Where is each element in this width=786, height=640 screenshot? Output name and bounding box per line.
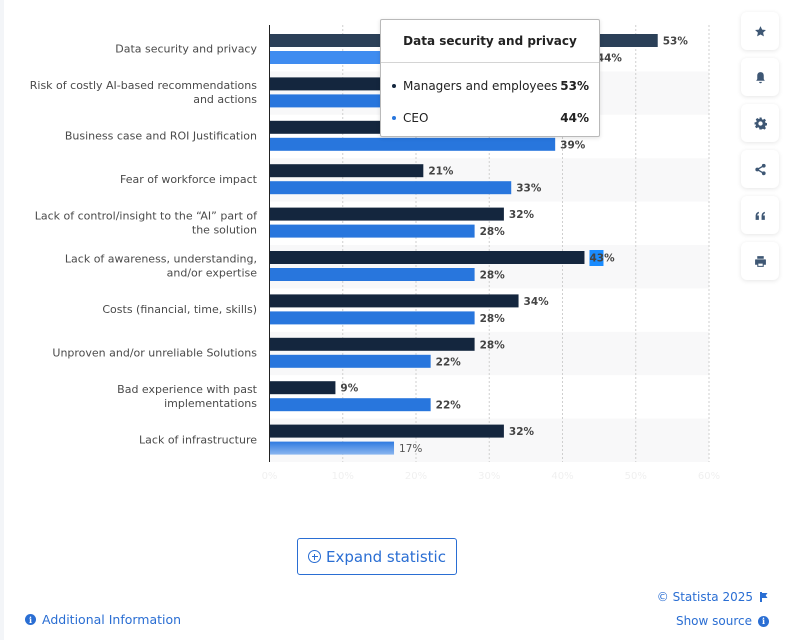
- tick-label: 30%: [478, 471, 500, 482]
- category-label: Business case and ROI Justification: [65, 130, 257, 143]
- star-icon: [754, 25, 766, 36]
- copyright-link[interactable]: © Statista 2025: [657, 590, 768, 604]
- chart-tooltip: Data security and privacy Managers and e…: [380, 19, 600, 137]
- info-icon: i: [758, 615, 769, 627]
- print-button[interactable]: [741, 242, 779, 280]
- expand-statistic-label: Expand statistic: [326, 547, 446, 566]
- share-button[interactable]: [741, 150, 779, 188]
- value-label: 9%: [340, 383, 358, 395]
- category-label: Fear of workforce impact: [120, 173, 258, 186]
- expand-statistic-button[interactable]: Expand statistic: [297, 538, 457, 575]
- tooltip-series-label: CEO: [403, 111, 429, 125]
- info-icon: i: [25, 614, 36, 625]
- value-label: 32%: [509, 209, 535, 221]
- tick-label: 10%: [332, 471, 354, 482]
- bar-managers: [269, 251, 585, 264]
- category-label: and actions: [193, 93, 257, 106]
- cite-button[interactable]: [741, 196, 779, 234]
- tick-label: 0%: [262, 471, 278, 482]
- category-label: Lack of control/insight to the “AI” part…: [35, 209, 258, 222]
- tooltip-series-label: Managers and employees: [403, 79, 558, 93]
- bar-ceo: [269, 181, 512, 195]
- x-axis-ticks: 0% 10% 20% 30% 40% 50% 60%: [262, 471, 721, 482]
- show-source-link[interactable]: Show source i: [676, 614, 769, 628]
- value-label: 28%: [480, 313, 506, 325]
- bar-managers: [269, 381, 336, 395]
- category-label: and/or expertise: [167, 267, 258, 280]
- value-label: 21%: [428, 166, 454, 178]
- show-source-label: Show source: [675, 614, 752, 628]
- value-label: 28%: [480, 270, 506, 282]
- bar-managers: [269, 294, 519, 308]
- bar-ceo: [269, 311, 475, 325]
- value-label: 17%: [399, 443, 422, 455]
- category-label: Lack of infrastructure: [139, 433, 257, 446]
- tooltip-row-ceo: CEO 44%: [392, 111, 589, 125]
- value-label: 22%: [436, 400, 462, 412]
- settings-button[interactable]: [741, 104, 779, 142]
- category-label: implementations: [164, 397, 257, 410]
- additional-information-link[interactable]: i Additional Information: [25, 612, 181, 627]
- category-label: Risk of costly AI-based recommendations: [30, 79, 258, 92]
- favorite-button[interactable]: [741, 12, 779, 50]
- series-dot-icon: [392, 83, 396, 88]
- bar-managers: [269, 424, 504, 438]
- print-icon: [754, 255, 766, 267]
- plus-circle-icon: [308, 550, 322, 563]
- series-dot-icon: [392, 115, 396, 120]
- bar-ceo: [269, 268, 475, 281]
- category-labels: Data security and privacy Risk of costly …: [30, 43, 258, 447]
- tooltip-title: Data security and privacy: [381, 20, 599, 63]
- value-label: 39%: [560, 139, 586, 151]
- tick-label: 20%: [405, 471, 427, 482]
- copyright-label: © Statista 2025: [656, 590, 753, 604]
- value-label: 34%: [524, 296, 550, 308]
- category-label: Data security and privacy: [115, 43, 257, 56]
- additional-information-label: Additional Information: [42, 612, 182, 627]
- tick-label: 50%: [625, 471, 647, 482]
- bar-managers: [269, 164, 424, 178]
- bell-icon: [755, 71, 765, 83]
- bar-ceo: [269, 398, 431, 412]
- value-label: 32%: [509, 426, 535, 438]
- flag-icon: [759, 592, 768, 602]
- value-label: 44%: [597, 53, 623, 65]
- notification-button[interactable]: [741, 58, 779, 96]
- bar-ceo: [269, 137, 556, 151]
- share-icon: [754, 163, 766, 175]
- bar-managers: [269, 207, 504, 221]
- bar-ceo: [269, 354, 431, 368]
- value-label: 53%: [663, 36, 689, 48]
- quote-icon: [755, 211, 765, 220]
- tick-label: 40%: [551, 471, 573, 482]
- value-label: 22%: [436, 356, 462, 368]
- category-label: the solution: [192, 223, 257, 236]
- bar-ceo: [269, 224, 475, 238]
- tooltip-series-value: 53%: [560, 79, 589, 93]
- tooltip-row-managers: Managers and employees 53%: [392, 79, 589, 93]
- category-label: Bad experience with past: [117, 383, 258, 396]
- gear-icon: [754, 117, 767, 130]
- tick-label: 60%: [698, 471, 720, 482]
- tooltip-series-value: 44%: [560, 111, 589, 125]
- value-label: 28%: [480, 339, 506, 351]
- value-label: 33%: [516, 183, 542, 195]
- value-label: 28%: [480, 226, 506, 238]
- bar-managers: [269, 337, 475, 351]
- category-label: Unproven and/or unreliable Solutions: [52, 347, 257, 360]
- bar-ceo: [269, 441, 395, 455]
- category-label: Costs (financial, time, skills): [102, 303, 257, 316]
- category-label: Lack of awareness, understanding,: [65, 253, 257, 266]
- value-label: 43%: [589, 253, 615, 265]
